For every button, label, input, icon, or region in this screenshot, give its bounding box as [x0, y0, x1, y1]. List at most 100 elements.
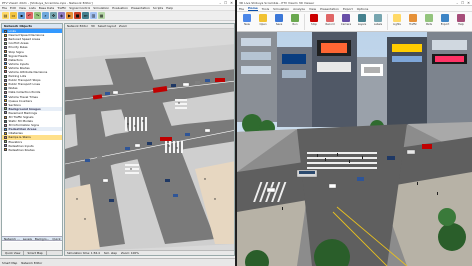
- ribbon-button-stop[interactable]: Stop: [307, 14, 321, 26]
- ribbon-button-peds[interactable]: Peds: [422, 14, 436, 26]
- menu-item-evaluation[interactable]: Evaluation: [112, 6, 128, 10]
- ribbon-tab-view[interactable]: View: [309, 7, 316, 11]
- menu-item-help[interactable]: Help: [166, 6, 173, 10]
- status-item-simulation-time-1-56-4[interactable]: Simulation time: 1:56.4: [67, 251, 100, 255]
- minimize-icon[interactable]: –: [456, 1, 458, 5]
- panel-bottom-tabs: Quick View Smart Map: [2, 250, 62, 255]
- view-tab-smart-map[interactable]: Smart Map: [2, 261, 17, 265]
- menu-item-lists[interactable]: Lists: [29, 6, 36, 10]
- ribbon-button-label: Camera: [340, 23, 352, 26]
- status-item-zoom-100-[interactable]: Zoom: 100%: [121, 251, 139, 255]
- panel-tab-smart-map[interactable]: Smart Map: [24, 251, 47, 255]
- menu-item-view[interactable]: View: [19, 6, 26, 10]
- chart-icon[interactable]: ▥: [90, 12, 97, 19]
- ribbon-tab-file[interactable]: File: [239, 7, 244, 11]
- ribbon-button-layers[interactable]: Layers: [355, 14, 369, 26]
- ribbon-button-open[interactable]: Open: [256, 14, 270, 26]
- legend-tab-network-[interactable]: Network ...: [4, 237, 20, 241]
- save-icon[interactable]: ▪: [18, 12, 25, 19]
- open-folder-icon[interactable]: ▭: [10, 12, 17, 19]
- ribbon-button-camera[interactable]: Camera: [339, 14, 353, 26]
- play-icon[interactable]: ▶: [66, 12, 73, 19]
- layers-icon: [358, 14, 366, 22]
- view-tab-network-editor[interactable]: Network Editor: [21, 261, 42, 265]
- object-type-icon: [4, 115, 7, 119]
- pan-icon[interactable]: ✥: [50, 12, 57, 19]
- network-editor-view[interactable]: Network Editor 3D Select layout Zoom Sim…: [64, 23, 235, 256]
- legend-tab-backgro-[interactable]: Backgro...: [35, 237, 49, 241]
- object-type-icon: [4, 90, 7, 94]
- ribbon-tab-export[interactable]: Export: [343, 7, 353, 11]
- object-type-icon: [4, 74, 7, 78]
- zoom-icon[interactable]: ⌕: [42, 12, 49, 19]
- network-3d-canvas[interactable]: [65, 29, 235, 252]
- redo-icon[interactable]: ↷: [34, 12, 41, 19]
- legend-tab-quick[interactable]: Quick: [52, 237, 60, 241]
- object-type-icon: [4, 95, 7, 99]
- view-tool-zoom[interactable]: Zoom: [119, 24, 127, 28]
- object-type-icon: [4, 54, 7, 58]
- ribbon-button-traffic[interactable]: Traffic: [406, 14, 420, 26]
- menu-item-edit[interactable]: Edit: [10, 6, 16, 10]
- view-tool-select-layout[interactable]: Select layout: [98, 24, 116, 28]
- ribbon-button-labels[interactable]: Labels: [371, 14, 385, 26]
- undo-icon[interactable]: ↶: [26, 12, 33, 19]
- network-object-item[interactable]: Pedestrian Routes: [2, 148, 62, 152]
- maximize-icon[interactable]: ☐: [224, 1, 227, 5]
- legend-tab-bar: Network ... Levels Backgro... Quick: [2, 236, 62, 241]
- ribbon-tab-options[interactable]: Options: [357, 7, 369, 11]
- city-3d-scene[interactable]: [237, 32, 472, 266]
- menu-item-signal-control[interactable]: Signal Control: [69, 6, 90, 10]
- ribbon-button-label: Labels: [373, 23, 383, 26]
- close-icon[interactable]: ✕: [230, 1, 233, 5]
- menu-item-traffic[interactable]: Traffic: [57, 6, 66, 10]
- object-type-icon: [4, 45, 7, 49]
- object-type-icon: [4, 41, 7, 45]
- ribbon-button-label: Export: [440, 23, 450, 26]
- ribbon-tab-home[interactable]: Home: [248, 6, 258, 11]
- ribbon: New Open Save Run Stop Record Camera Layers Labe…: [237, 12, 472, 32]
- table-icon[interactable]: ▦: [98, 12, 105, 19]
- ribbon-tab-simulation[interactable]: Simulation: [273, 7, 289, 11]
- object-type-icon: [4, 107, 7, 111]
- menu-item-file[interactable]: File: [2, 6, 7, 10]
- ribbon-button-label: Save: [275, 23, 283, 26]
- object-type-icon: [4, 135, 7, 139]
- panel-tab-quick-view[interactable]: Quick View: [2, 251, 25, 255]
- maximize-icon[interactable]: ☐: [461, 1, 464, 5]
- menu-item-simulation[interactable]: Simulation: [93, 6, 109, 10]
- legend-tab-levels[interactable]: Levels: [23, 237, 32, 241]
- new-icon[interactable]: ▤: [2, 12, 9, 19]
- ribbon-button-lights[interactable]: Lights: [390, 14, 404, 26]
- ribbon-button-record[interactable]: Record: [323, 14, 337, 26]
- lights-icon: [393, 14, 401, 22]
- ribbon-tab-analyze[interactable]: Analyze: [293, 7, 305, 11]
- menu-item-presentation[interactable]: Presentation: [131, 6, 150, 10]
- close-icon[interactable]: ✕: [467, 1, 470, 5]
- export-icon: [441, 14, 449, 22]
- step-icon[interactable]: ⏭: [82, 12, 89, 19]
- ribbon-button-new[interactable]: New: [240, 14, 254, 26]
- 3d-view-icon[interactable]: ◈: [58, 12, 65, 19]
- ribbon-tab-presentation[interactable]: Presentation: [320, 7, 339, 11]
- minimize-icon[interactable]: –: [219, 1, 221, 5]
- ribbon-button-label: Stop: [311, 23, 317, 26]
- ribbon-tab-tools[interactable]: Tools: [262, 7, 269, 11]
- stop-icon[interactable]: ■: [74, 12, 81, 19]
- menu-item-scripts[interactable]: Scripts: [153, 6, 163, 10]
- ribbon-button-run[interactable]: Run: [288, 14, 302, 26]
- menu-item-base-data[interactable]: Base Data: [39, 6, 54, 10]
- object-type-icon: [4, 131, 7, 135]
- view-tool-3d[interactable]: 3D: [91, 24, 95, 28]
- object-type-icon: [4, 50, 7, 54]
- object-type-icon: [4, 70, 7, 74]
- record-icon: [326, 14, 334, 22]
- network-editor-window: PTV Vissim 2021 - [Shibuya_Scramble.inpx…: [0, 0, 236, 266]
- ribbon-button-save[interactable]: Save: [272, 14, 286, 26]
- status-item-sim-step[interactable]: Sim. step: [104, 251, 117, 255]
- ribbon-button-help[interactable]: Help: [454, 14, 468, 26]
- view-tool-network-editor[interactable]: Network Editor: [67, 24, 88, 28]
- ribbon-button-label: New: [244, 23, 250, 26]
- ribbon-button-label: Peds: [425, 23, 433, 26]
- ribbon-button-export[interactable]: Export: [438, 14, 452, 26]
